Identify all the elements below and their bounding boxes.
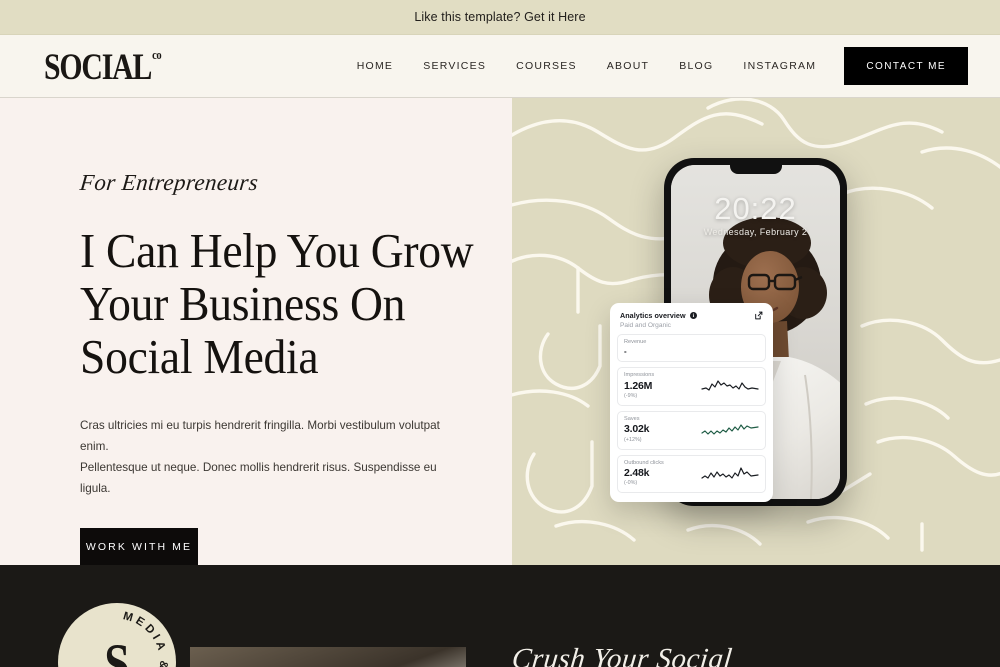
external-link-icon[interactable]	[754, 311, 763, 320]
metric-delta: (+12%)	[624, 436, 642, 443]
headline-line-3: Social Media	[80, 329, 319, 384]
metric-label: Revenue	[624, 339, 647, 345]
hero-section: For Entrepreneurs I Can Help You Grow Yo…	[0, 98, 1000, 565]
logo-text: SOCIAL	[44, 45, 152, 87]
announcement-bar: Like this template? Get it Here	[0, 0, 1000, 35]
announcement-text: Like this template? Get it Here	[414, 10, 585, 24]
announcement-link[interactable]: Get it Here	[524, 10, 586, 24]
headline-line-1: I Can Help You Grow	[80, 223, 474, 278]
metric-text-group: Outbound clicks 2.48k (-0%)	[624, 460, 701, 488]
analytics-card-subtitle: Paid and Organic	[620, 322, 671, 329]
lockscreen-date: Wednesday, February 2	[703, 227, 808, 237]
metric-delta: (-9%)	[624, 392, 638, 399]
feature-image-thumbnail	[190, 647, 466, 667]
metric-value: 3.02k	[624, 423, 650, 436]
analytics-overview-card: Analytics overview i Paid and Organic Re…	[610, 303, 773, 503]
hero-left-panel: For Entrepreneurs I Can Help You Grow Yo…	[0, 98, 512, 565]
hero-headline: I Can Help You Grow Your Business On Soc…	[80, 224, 482, 383]
info-icon[interactable]: i	[689, 311, 698, 320]
metric-value: 2.48k	[624, 467, 650, 480]
hero-right-panel: 20:22 Wednesday, February 2 Analytics ov…	[512, 98, 1000, 565]
dark-section-heading: Crush Your Social	[510, 643, 734, 667]
analytics-card-header: Analytics overview i	[617, 311, 766, 320]
metric-text-group: Saves 3.02k (+12%)	[624, 416, 701, 444]
metric-row-revenue[interactable]: Revenue -	[617, 334, 766, 363]
metric-row-outbound-clicks[interactable]: Outbound clicks 2.48k (-0%)	[617, 454, 766, 494]
sparkline-chart-saves	[701, 424, 759, 435]
announcement-prefix: Like this template?	[414, 10, 525, 24]
main-navigation: HOME SERVICES COURSES ABOUT BLOG INSTAGR…	[357, 60, 845, 72]
metric-text-group: Revenue -	[624, 339, 759, 356]
metric-text-group: Impressions 1.26M (-9%)	[624, 372, 701, 400]
metric-row-saves[interactable]: Saves 3.02k (+12%)	[617, 410, 766, 450]
nav-item-courses[interactable]: COURSES	[516, 60, 577, 72]
logo[interactable]: SOCIAL co	[44, 45, 162, 87]
nav-item-about[interactable]: ABOUT	[607, 60, 649, 72]
lockscreen-time: 20:22	[714, 191, 797, 226]
dark-section: MEDIA & MARKETING S Crush Your Social	[0, 565, 1000, 667]
nav-item-home[interactable]: HOME	[357, 60, 394, 72]
headline-line-2: Your Business On	[80, 276, 406, 331]
metric-value: 1.26M	[624, 379, 653, 392]
paragraph-line-1: Cras ultricies mi eu turpis hendrerit fr…	[80, 419, 440, 453]
phone-notch	[729, 165, 782, 174]
sparkline-chart-outbound-clicks	[701, 467, 759, 479]
site-header: SOCIAL co HOME SERVICES COURSES ABOUT BLO…	[0, 35, 1000, 98]
nav-item-services[interactable]: SERVICES	[423, 60, 486, 72]
badge-monogram: S	[104, 631, 130, 667]
metric-row-impressions[interactable]: Impressions 1.26M (-9%)	[617, 367, 766, 406]
contact-me-button[interactable]: CONTACT ME	[844, 47, 968, 85]
hero-eyebrow: For Entrepreneurs	[78, 170, 260, 195]
paragraph-line-2: Pellentesque ut neque. Donec mollis hend…	[80, 461, 437, 495]
media-marketing-badge: MEDIA & MARKETING S	[58, 603, 176, 667]
work-with-me-button[interactable]: WORK WITH ME	[80, 528, 198, 565]
sparkline-chart-impressions	[701, 380, 759, 392]
metric-label: Saves	[624, 415, 640, 422]
hero-paragraph: Cras ultricies mi eu turpis hendrerit fr…	[80, 415, 448, 499]
metric-label: Impressions	[624, 372, 655, 379]
logo-superscript: co	[152, 47, 162, 62]
metric-value: -	[624, 346, 627, 356]
nav-item-blog[interactable]: BLOG	[679, 60, 713, 72]
metric-label: Outbound clicks	[624, 459, 664, 466]
metric-delta: (-0%)	[624, 480, 638, 487]
nav-item-instagram[interactable]: INSTAGRAM	[743, 60, 816, 72]
page-root: Like this template? Get it Here SOCIAL co…	[0, 0, 1000, 667]
analytics-card-title: Analytics overview	[620, 311, 686, 320]
